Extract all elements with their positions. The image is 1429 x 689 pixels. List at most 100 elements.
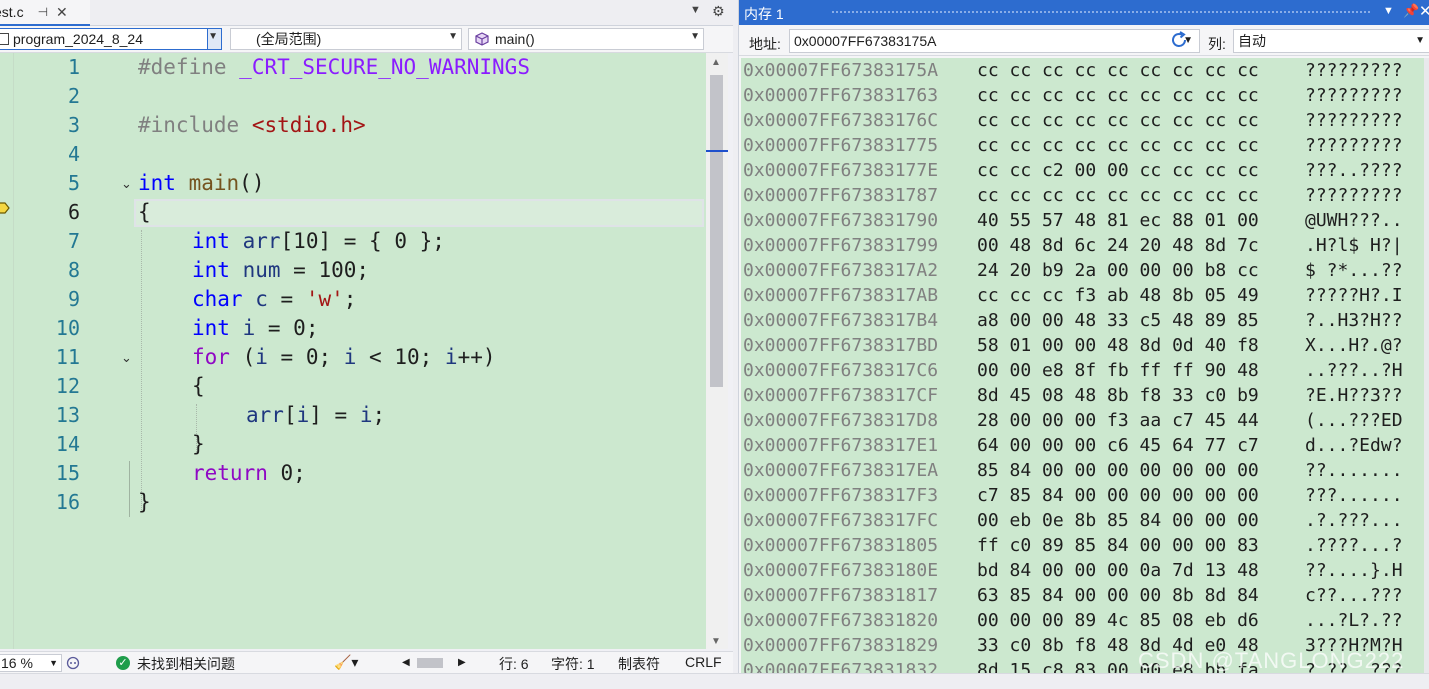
- memory-row[interactable]: 0x00007FF6738317F3 c7 85 84 00 00 00 00 0…: [741, 483, 1425, 508]
- chevron-down-icon: ▼: [448, 31, 458, 42]
- memory-bytes[interactable]: 63 85 84 00 00 00 8b 8d 84: [977, 583, 1259, 608]
- tab-overflow-dropdown-icon[interactable]: ▼: [690, 4, 701, 16]
- memory-bytes[interactable]: cc cc c2 00 00 cc cc cc cc: [977, 158, 1259, 183]
- line-number: 4: [67, 142, 80, 166]
- project-dropdown[interactable]: program_2024_8_24 ▼: [0, 28, 222, 50]
- editor-pane: est.c ⊣ ✕ ▼ ⚙ program_2024_8_24 ▼ (全局范围)…: [0, 0, 733, 689]
- code-cleanup-icon[interactable]: 🧹▾: [334, 654, 358, 671]
- memory-bytes[interactable]: 28 00 00 00 f3 aa c7 45 44: [977, 408, 1259, 433]
- memory-bytes[interactable]: 00 eb 0e 8b 85 84 00 00 00: [977, 508, 1259, 533]
- memory-ascii: ..???..?H: [1305, 360, 1403, 381]
- memory-row[interactable]: 0x00007FF6738317AB cc cc cc f3 ab 48 8b 0…: [741, 283, 1425, 308]
- memory-row[interactable]: 0x00007FF6738317A2 24 20 b9 2a 00 00 00 b…: [741, 258, 1425, 283]
- pin-icon[interactable]: ⊣: [38, 5, 48, 19]
- memory-ascii: ...?L?.??: [1305, 610, 1403, 631]
- memory-ascii: ?????????: [1305, 135, 1403, 156]
- memory-bytes[interactable]: 85 84 00 00 00 00 00 00 00: [977, 458, 1259, 483]
- memory-vertical-scrollbar[interactable]: [1424, 58, 1429, 673]
- memory-bytes[interactable]: cc cc cc cc cc cc cc cc cc: [977, 58, 1259, 83]
- memory-row[interactable]: 0x00007FF673831763 cc cc cc cc cc cc cc c…: [741, 83, 1425, 108]
- memory-bytes[interactable]: cc cc cc cc cc cc cc cc cc: [977, 83, 1259, 108]
- gear-icon[interactable]: ⚙: [712, 3, 725, 20]
- memory-bytes[interactable]: a8 00 00 48 33 c5 48 89 85: [977, 308, 1259, 333]
- column-dropdown[interactable]: 自动 ▼: [1233, 29, 1429, 53]
- memory-grid[interactable]: 0x00007FF67383175A cc cc cc cc cc cc cc c…: [741, 58, 1425, 673]
- fold-chevron-icon[interactable]: ⌄: [121, 343, 132, 372]
- memory-row[interactable]: 0x00007FF673831775 cc cc cc cc cc cc cc c…: [741, 133, 1425, 158]
- code-line: 11 ⌄ for (i = 0; i < 10; i++): [0, 343, 706, 372]
- memory-row[interactable]: 0x00007FF67383177E cc cc c2 00 00 cc cc c…: [741, 158, 1425, 183]
- memory-row[interactable]: 0x00007FF6738317C6 00 00 e8 8f fb ff ff 9…: [741, 358, 1425, 383]
- scroll-left-icon[interactable]: ◀: [402, 657, 410, 668]
- memory-bytes[interactable]: 00 00 00 89 4c 85 08 eb d6: [977, 608, 1259, 633]
- memory-row[interactable]: 0x00007FF6738317BD 58 01 00 00 48 8d 0d 4…: [741, 333, 1425, 358]
- memory-address: 0x00007FF6738317AB: [743, 285, 939, 306]
- line-indicator[interactable]: 行: 6: [499, 654, 529, 674]
- memory-bytes[interactable]: 40 55 57 48 81 ec 88 01 00: [977, 208, 1259, 233]
- bottom-border: [0, 673, 1429, 689]
- memory-bytes[interactable]: 8d 45 08 48 8b f8 33 c0 b9: [977, 383, 1259, 408]
- memory-row[interactable]: 0x00007FF67383176C cc cc cc cc cc cc cc c…: [741, 108, 1425, 133]
- memory-bytes[interactable]: c7 85 84 00 00 00 00 00 00: [977, 483, 1259, 508]
- close-icon[interactable]: ✕: [56, 4, 68, 21]
- scroll-up-icon[interactable]: ▲: [711, 57, 721, 68]
- memory-bytes[interactable]: 00 00 e8 8f fb ff ff 90 48: [977, 358, 1259, 383]
- line-ending[interactable]: CRLF: [685, 654, 722, 670]
- memory-bytes[interactable]: 24 20 b9 2a 00 00 00 b8 cc: [977, 258, 1259, 283]
- editor-vertical-scrollbar[interactable]: ▲ ▼: [706, 53, 728, 649]
- project-dropdown-value: program_2024_8_24: [13, 31, 143, 47]
- scope-dropdown[interactable]: (全局范围) ▼: [230, 28, 462, 50]
- memory-bytes[interactable]: cc cc cc f3 ab 48 8b 05 49: [977, 283, 1259, 308]
- memory-row[interactable]: 0x00007FF6738317E1 64 00 00 00 c6 45 64 7…: [741, 433, 1425, 458]
- function-dropdown[interactable]: main() ▼: [468, 28, 704, 50]
- document-tab[interactable]: est.c ⊣ ✕: [0, 0, 90, 26]
- pin-icon[interactable]: 📌: [1403, 3, 1419, 19]
- project-dropdown-button[interactable]: ▼: [207, 29, 221, 49]
- memory-bytes[interactable]: bd 84 00 00 00 0a 7d 13 48: [977, 558, 1259, 583]
- refresh-icon[interactable]: [1168, 29, 1190, 51]
- memory-row[interactable]: 0x00007FF6738317FC 00 eb 0e 8b 85 84 00 0…: [741, 508, 1425, 533]
- memory-row[interactable]: 0x00007FF673831799 00 48 8d 6c 24 20 48 8…: [741, 233, 1425, 258]
- memory-ascii: @UWH???..: [1305, 210, 1403, 231]
- memory-bytes[interactable]: ff c0 89 85 84 00 00 00 83: [977, 533, 1259, 558]
- code-text: }: [192, 432, 205, 456]
- memory-bytes[interactable]: 58 01 00 00 48 8d 0d 40 f8: [977, 333, 1259, 358]
- close-icon[interactable]: ✕: [1419, 2, 1429, 20]
- char-indicator[interactable]: 字符: 1: [551, 654, 595, 674]
- memory-row[interactable]: 0x00007FF6738317B4 a8 00 00 48 33 c5 48 8…: [741, 308, 1425, 333]
- memory-address: 0x00007FF673831820: [743, 610, 939, 631]
- column-value: 自动: [1238, 33, 1266, 49]
- issues-status[interactable]: 未找到相关问题: [137, 654, 235, 674]
- memory-bytes[interactable]: cc cc cc cc cc cc cc cc cc: [977, 183, 1259, 208]
- memory-row[interactable]: 0x00007FF67383175A cc cc cc cc cc cc cc c…: [741, 58, 1425, 83]
- scroll-down-icon[interactable]: ▼: [711, 636, 721, 647]
- memory-row[interactable]: 0x00007FF6738317EA 85 84 00 00 00 00 00 0…: [741, 458, 1425, 483]
- memory-bytes[interactable]: cc cc cc cc cc cc cc cc cc: [977, 133, 1259, 158]
- fold-chevron-icon[interactable]: ⌄: [121, 169, 132, 198]
- scroll-right-icon[interactable]: ▶: [458, 657, 466, 668]
- address-input[interactable]: 0x00007FF67383175A ▼: [789, 29, 1200, 53]
- horizontal-scrollbar-thumb[interactable]: [417, 658, 443, 668]
- memory-window-titlebar[interactable]: 内存 1 ▼ 📌 ✕: [739, 0, 1429, 25]
- memory-bytes[interactable]: 64 00 00 00 c6 45 64 77 c7: [977, 433, 1259, 458]
- memory-address: 0x00007FF6738317EA: [743, 460, 939, 481]
- memory-row[interactable]: 0x00007FF673831790 40 55 57 48 81 ec 88 0…: [741, 208, 1425, 233]
- memory-row[interactable]: 0x00007FF673831817 63 85 84 00 00 00 8b 8…: [741, 583, 1425, 608]
- memory-row[interactable]: 0x00007FF673831787 cc cc cc cc cc cc cc c…: [741, 183, 1425, 208]
- memory-address: 0x00007FF6738317D8: [743, 410, 939, 431]
- zoom-dropdown[interactable]: 16 % ▼: [0, 654, 62, 672]
- memory-row[interactable]: 0x00007FF6738317CF 8d 45 08 48 8b f8 33 c…: [741, 383, 1425, 408]
- memory-bytes[interactable]: 00 48 8d 6c 24 20 48 8d 7c: [977, 233, 1259, 258]
- memory-bytes[interactable]: cc cc cc cc cc cc cc cc cc: [977, 108, 1259, 133]
- memory-row[interactable]: 0x00007FF673831820 00 00 00 89 4c 85 08 e…: [741, 608, 1425, 633]
- memory-row[interactable]: 0x00007FF673831805 ff c0 89 85 84 00 00 0…: [741, 533, 1425, 558]
- code-line: 2: [0, 82, 706, 111]
- memory-address: 0x00007FF6738317BD: [743, 335, 939, 356]
- code-editor[interactable]: 1 #define _CRT_SECURE_NO_WARNINGS 2 3 #i…: [0, 53, 706, 649]
- copilot-icon[interactable]: [66, 656, 80, 670]
- window-options-dropdown-icon[interactable]: ▼: [1383, 5, 1394, 17]
- scrollbar-thumb[interactable]: [710, 75, 723, 387]
- memory-row[interactable]: 0x00007FF6738317D8 28 00 00 00 f3 aa c7 4…: [741, 408, 1425, 433]
- memory-row[interactable]: 0x00007FF67383180E bd 84 00 00 00 0a 7d 1…: [741, 558, 1425, 583]
- indent-mode[interactable]: 制表符: [618, 654, 660, 674]
